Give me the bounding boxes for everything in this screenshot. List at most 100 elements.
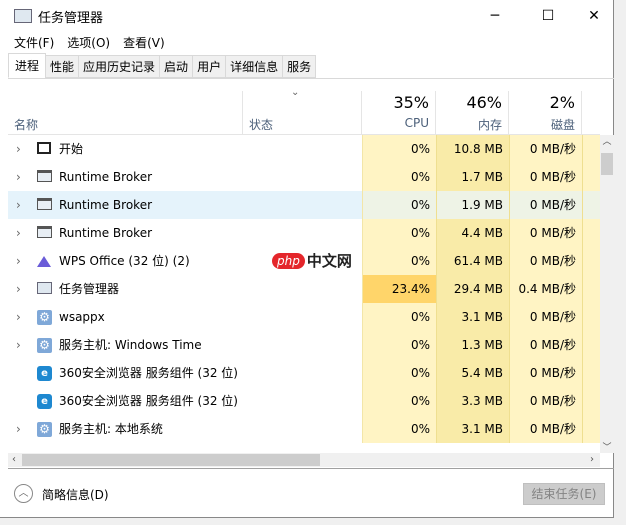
memory-value: 5.4 MB	[436, 359, 509, 387]
column-memory[interactable]: 46% 内存	[436, 91, 509, 135]
cpu-value: 23.4%	[362, 275, 436, 303]
memory-value: 1.9 MB	[436, 191, 509, 219]
process-row[interactable]: › Runtime Broker 0% 4.4 MB 0 MB/秒	[8, 219, 600, 247]
php-watermark: php 中文网	[272, 250, 352, 271]
disk-value: 0 MB/秒	[509, 415, 582, 443]
browser-360-icon: e	[37, 366, 52, 381]
memory-value: 1.3 MB	[436, 331, 509, 359]
scroll-up-icon[interactable]: ︿	[600, 135, 614, 149]
minimize-button[interactable]: ─	[472, 0, 518, 32]
process-panel: 名称 ⌄ 状态 35% CPU 46% 内存 2% 磁盘 › 开始 0% 10.8 M…	[8, 78, 614, 468]
cpu-total: 35%	[393, 93, 429, 112]
disk-value: 0 MB/秒	[509, 331, 582, 359]
menu-file[interactable]: 文件(F)	[14, 34, 54, 51]
process-name: 360安全浏览器 服务组件 (32 位)	[59, 366, 238, 380]
less-details-link[interactable]: 简略信息(D)	[42, 486, 109, 503]
memory-value: 61.4 MB	[436, 247, 509, 275]
close-button[interactable]: ✕	[571, 0, 617, 32]
gear-icon: ⚙	[37, 310, 52, 325]
column-cpu[interactable]: 35% CPU	[362, 91, 436, 135]
scroll-left-icon[interactable]: ‹	[12, 453, 16, 467]
maximize-button[interactable]: ☐	[525, 0, 571, 32]
column-name[interactable]: 名称	[8, 91, 243, 135]
cpu-value: 0%	[362, 359, 436, 387]
process-row[interactable]: › ⚙ 服务主机: 本地系统 0% 3.1 MB 0 MB/秒	[8, 415, 600, 443]
column-memory-label: 内存	[477, 118, 502, 132]
column-cpu-label: CPU	[404, 116, 429, 130]
tab-users[interactable]: 用户	[192, 55, 227, 78]
cpu-value: 0%	[362, 303, 436, 331]
expand-chevron-icon[interactable]: ›	[16, 247, 21, 275]
process-row[interactable]: › ⚙ wsappx 0% 3.1 MB 0 MB/秒	[8, 303, 600, 331]
end-task-button[interactable]: 结束任务(E)	[523, 483, 605, 505]
memory-value: 1.7 MB	[436, 163, 509, 191]
menu-options[interactable]: 选项(O)	[67, 34, 110, 51]
disk-value: 0 MB/秒	[509, 247, 582, 275]
scroll-right-icon[interactable]: ›	[590, 453, 594, 467]
disk-total: 2%	[549, 93, 575, 112]
disk-value: 0.4 MB/秒	[509, 275, 582, 303]
title-bar: 任务管理器 ─ ☐ ✕	[0, 0, 613, 32]
process-name: 任务管理器	[59, 282, 120, 296]
app-window-icon	[37, 226, 52, 240]
disk-value: 0 MB/秒	[509, 303, 582, 331]
column-disk-label: 磁盘	[550, 118, 575, 132]
process-list: › 开始 0% 10.8 MB 0 MB/秒 › Runtime Broker 0% 1.7 M…	[8, 135, 600, 453]
task-manager-window: 任务管理器 ─ ☐ ✕ 文件(F) 选项(O) 查看(V) 进程 性能 应用历史…	[0, 0, 614, 518]
expand-chevron-icon[interactable]: ›	[16, 219, 21, 247]
process-name: wsappx	[59, 310, 105, 324]
sort-chevron-icon: ⌄	[291, 87, 300, 98]
vertical-scrollbar[interactable]: ︿ ﹀	[600, 135, 614, 453]
memory-total: 46%	[466, 93, 502, 112]
expand-chevron-icon[interactable]: ›	[16, 191, 21, 219]
column-status-label: 状态	[249, 118, 274, 132]
process-row[interactable]: › 任务管理器 23.4% 29.4 MB 0.4 MB/秒	[8, 275, 600, 303]
process-row[interactable]: e 360安全浏览器 服务组件 (32 位) 0% 3.3 MB 0 MB/秒	[8, 387, 600, 415]
expand-chevron-icon[interactable]: ›	[16, 331, 21, 359]
column-status[interactable]: ⌄ 状态	[243, 87, 362, 135]
collapse-chevron-icon[interactable]: ︿	[14, 484, 33, 503]
column-more	[582, 91, 600, 135]
expand-chevron-icon[interactable]: ›	[16, 415, 21, 443]
task-manager-icon	[37, 282, 52, 296]
browser-360-icon: e	[37, 394, 52, 409]
process-row[interactable]: › Runtime Broker 0% 1.9 MB 0 MB/秒	[8, 191, 600, 219]
horizontal-scroll-thumb[interactable]	[22, 454, 320, 466]
expand-chevron-icon[interactable]: ›	[16, 303, 21, 331]
tab-services[interactable]: 服务	[282, 55, 317, 78]
process-name: 360安全浏览器 服务组件 (32 位)	[59, 394, 238, 408]
expand-chevron-icon[interactable]: ›	[16, 135, 21, 163]
cpu-value: 0%	[362, 135, 436, 163]
tab-bar: 进程 性能 应用历史记录 启动 用户 详细信息 服务	[8, 53, 317, 78]
expand-chevron-icon[interactable]: ›	[16, 275, 21, 303]
tab-app-history[interactable]: 应用历史记录	[78, 55, 161, 78]
column-disk[interactable]: 2% 磁盘	[509, 91, 582, 135]
memory-value: 3.1 MB	[436, 415, 509, 443]
process-row[interactable]: › Runtime Broker 0% 1.7 MB 0 MB/秒	[8, 163, 600, 191]
process-row[interactable]: › 开始 0% 10.8 MB 0 MB/秒	[8, 135, 600, 163]
cpu-value: 0%	[362, 387, 436, 415]
window-icon	[37, 142, 52, 156]
horizontal-scrollbar[interactable]: ‹ ›	[8, 453, 600, 467]
wps-icon	[37, 254, 52, 268]
expand-chevron-icon[interactable]: ›	[16, 163, 21, 191]
process-name: 服务主机: 本地系统	[59, 422, 163, 436]
process-name: 服务主机: Windows Time	[59, 338, 202, 352]
cpu-value: 0%	[362, 415, 436, 443]
process-name: Runtime Broker	[59, 198, 153, 212]
tab-processes[interactable]: 进程	[8, 53, 47, 78]
disk-value: 0 MB/秒	[509, 135, 582, 163]
cpu-value: 0%	[362, 331, 436, 359]
process-row[interactable]: e 360安全浏览器 服务组件 (32 位) 0% 5.4 MB 0 MB/秒	[8, 359, 600, 387]
process-row[interactable]: › ⚙ 服务主机: Windows Time 0% 1.3 MB 0 MB/秒	[8, 331, 600, 359]
tab-startup[interactable]: 启动	[159, 55, 194, 78]
watermark-php: php	[272, 252, 305, 269]
vertical-scroll-thumb[interactable]	[601, 153, 613, 175]
tab-details[interactable]: 详细信息	[225, 55, 284, 78]
tab-performance[interactable]: 性能	[45, 55, 80, 78]
process-name: Runtime Broker	[59, 226, 153, 240]
menu-view[interactable]: 查看(V)	[123, 34, 165, 51]
memory-value: 3.1 MB	[436, 303, 509, 331]
cpu-value: 0%	[362, 247, 436, 275]
scroll-down-icon[interactable]: ﹀	[600, 440, 614, 453]
